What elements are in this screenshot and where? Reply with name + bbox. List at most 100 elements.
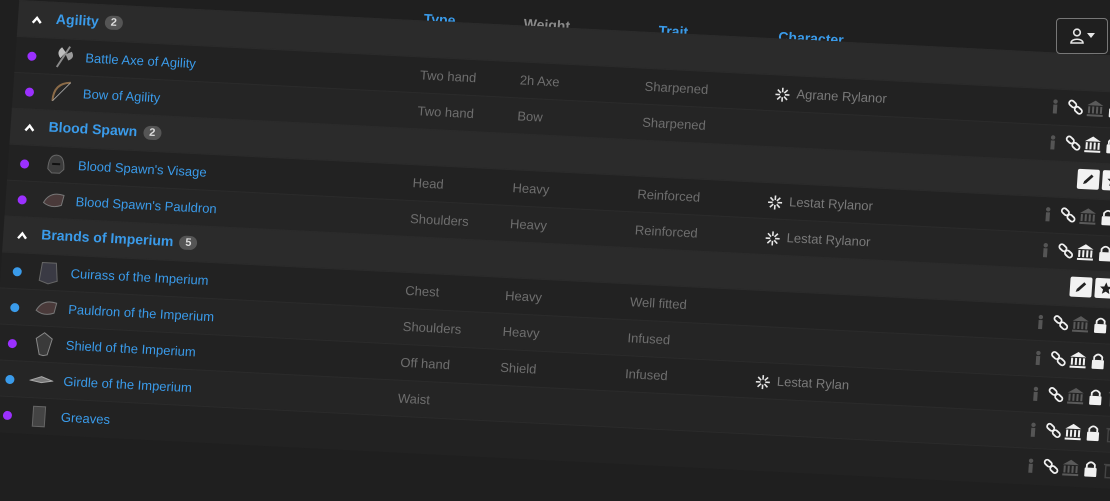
figure-button[interactable] bbox=[1038, 205, 1057, 224]
item-name[interactable]: Greaves bbox=[60, 410, 110, 427]
item-trait: Reinforced bbox=[634, 222, 698, 240]
favorite-group-button[interactable] bbox=[1102, 170, 1110, 191]
link-button[interactable] bbox=[1041, 457, 1060, 476]
link-button[interactable] bbox=[1063, 134, 1082, 153]
item-type: Two hand bbox=[417, 103, 474, 121]
bank-button[interactable] bbox=[1066, 387, 1085, 406]
item-character[interactable]: Agrane Rylanor bbox=[774, 85, 887, 107]
chevron-up-icon bbox=[32, 15, 43, 25]
delete-button[interactable] bbox=[1101, 460, 1110, 479]
favorite-group-button[interactable] bbox=[1094, 278, 1110, 299]
figure-icon bbox=[1021, 456, 1040, 475]
item-name[interactable]: Battle Axe of Agility bbox=[85, 50, 196, 71]
item-weight: Heavy bbox=[505, 288, 543, 305]
lock-button[interactable] bbox=[1088, 352, 1107, 371]
character-emblem-icon bbox=[764, 230, 781, 247]
bank-icon bbox=[1061, 458, 1080, 477]
figure-button[interactable] bbox=[1043, 133, 1062, 152]
item-thumbnail bbox=[29, 366, 55, 393]
group-name[interactable]: Agility2 bbox=[55, 11, 123, 31]
lock-icon bbox=[1106, 100, 1110, 119]
pauldron-icon bbox=[33, 294, 59, 321]
lock-button[interactable] bbox=[1096, 244, 1110, 263]
bank-button[interactable] bbox=[1064, 422, 1083, 441]
item-name[interactable]: Girdle of the Imperium bbox=[63, 374, 192, 395]
figure-icon bbox=[1028, 349, 1047, 368]
lock-button[interactable] bbox=[1091, 316, 1110, 335]
edit-group-button[interactable] bbox=[1069, 277, 1092, 298]
item-name[interactable]: Pauldron of the Imperium bbox=[68, 302, 215, 324]
figure-button[interactable] bbox=[1026, 384, 1045, 403]
bank-button[interactable] bbox=[1083, 135, 1102, 154]
bank-button[interactable] bbox=[1076, 243, 1095, 262]
figure-button[interactable] bbox=[1036, 241, 1055, 260]
item-character[interactable]: Lestat Rylan bbox=[754, 373, 849, 394]
figure-icon bbox=[1036, 241, 1055, 260]
bank-icon bbox=[1086, 99, 1105, 118]
figure-button[interactable] bbox=[1031, 313, 1050, 332]
figure-button[interactable] bbox=[1046, 97, 1065, 116]
item-character[interactable]: Lestat Rylanor bbox=[767, 193, 874, 215]
link-button[interactable] bbox=[1051, 314, 1070, 333]
pencil-icon bbox=[1081, 172, 1096, 187]
row-actions bbox=[1043, 97, 1110, 122]
lock-icon bbox=[1103, 136, 1110, 155]
collapse-toggle[interactable] bbox=[17, 227, 28, 237]
item-name[interactable]: Cuirass of the Imperium bbox=[70, 266, 209, 288]
lock-button[interactable] bbox=[1084, 423, 1103, 442]
figure-button[interactable] bbox=[1021, 456, 1040, 475]
item-name[interactable]: Blood Spawn's Pauldron bbox=[75, 194, 217, 216]
item-trait: Infused bbox=[627, 330, 671, 347]
item-character[interactable]: Lestat Rylanor bbox=[764, 229, 871, 251]
item-type: Off hand bbox=[400, 355, 451, 372]
figure-button[interactable] bbox=[1024, 420, 1043, 439]
link-button[interactable] bbox=[1058, 206, 1077, 225]
shield-icon bbox=[31, 330, 57, 357]
collapse-toggle[interactable] bbox=[32, 12, 43, 22]
lock-button[interactable] bbox=[1081, 459, 1100, 478]
collapse-toggle[interactable] bbox=[24, 119, 35, 129]
figure-button[interactable] bbox=[1028, 349, 1047, 368]
link-button[interactable] bbox=[1056, 242, 1075, 261]
lock-button[interactable] bbox=[1086, 388, 1105, 407]
bank-button[interactable] bbox=[1061, 458, 1080, 477]
star-icon bbox=[1098, 281, 1110, 296]
edit-group-button[interactable] bbox=[1077, 169, 1100, 190]
item-weight: Heavy bbox=[502, 324, 540, 341]
quality-dot bbox=[12, 267, 22, 276]
bank-button[interactable] bbox=[1071, 315, 1090, 334]
item-name[interactable]: Blood Spawn's Visage bbox=[78, 158, 208, 179]
delete-button[interactable] bbox=[1106, 389, 1110, 408]
link-button[interactable] bbox=[1046, 386, 1065, 405]
bank-button[interactable] bbox=[1078, 207, 1097, 226]
group-name[interactable]: Brands of Imperium5 bbox=[41, 226, 198, 250]
item-name[interactable]: Bow of Agility bbox=[82, 86, 160, 105]
bank-button[interactable] bbox=[1086, 99, 1105, 118]
lock-button[interactable] bbox=[1103, 136, 1110, 155]
user-menu-button[interactable] bbox=[1056, 18, 1108, 54]
row-actions bbox=[1024, 384, 1110, 409]
link-button[interactable] bbox=[1044, 421, 1063, 440]
character-name: Agrane Rylanor bbox=[796, 86, 887, 106]
link-icon bbox=[1066, 98, 1085, 117]
quality-dot bbox=[27, 51, 37, 60]
item-weight: Heavy bbox=[512, 180, 550, 197]
item-name[interactable]: Shield of the Imperium bbox=[65, 338, 196, 360]
bank-icon bbox=[1078, 207, 1097, 226]
row-actions bbox=[1019, 456, 1110, 481]
row-actions bbox=[1026, 348, 1110, 373]
bank-icon bbox=[1066, 387, 1085, 406]
chevron-up-icon bbox=[17, 230, 28, 240]
item-type: Head bbox=[412, 175, 444, 192]
pencil-icon bbox=[1074, 280, 1089, 295]
group-name-label: Blood Spawn bbox=[48, 119, 138, 139]
delete-button[interactable] bbox=[1103, 424, 1110, 443]
lock-button[interactable] bbox=[1106, 100, 1110, 119]
item-thumbnail bbox=[26, 402, 52, 429]
link-button[interactable] bbox=[1048, 350, 1067, 369]
link-button[interactable] bbox=[1066, 98, 1085, 117]
quality-dot bbox=[20, 159, 30, 168]
group-name[interactable]: Blood Spawn2 bbox=[48, 119, 162, 141]
lock-button[interactable] bbox=[1098, 208, 1110, 227]
bank-button[interactable] bbox=[1068, 351, 1087, 370]
